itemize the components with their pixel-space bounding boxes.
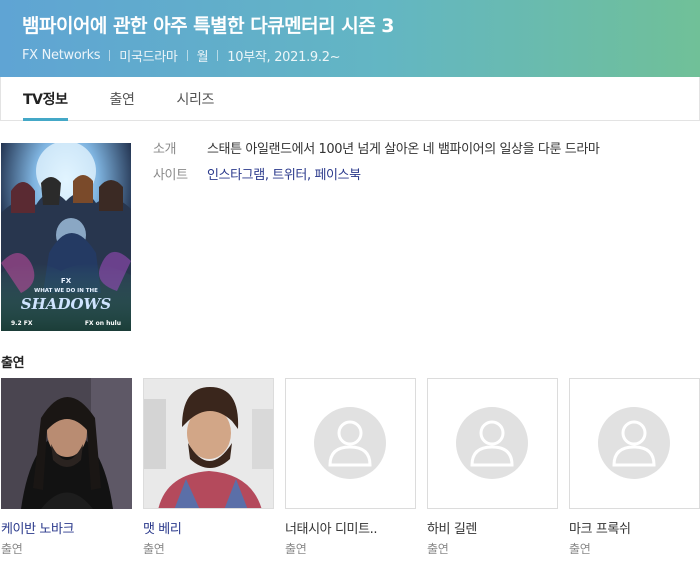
cast-card[interactable]: 마크 프록쉬 출연 — [569, 378, 700, 557]
info-intro-row: 소개 스태튼 아일랜드에서 100년 넘게 살아온 네 뱀파이어의 일상을 다룬… — [153, 140, 600, 159]
program-meta: FX Networks 미국드라마 월 10부작, 2021.9.2~ — [22, 46, 678, 65]
cast-photo[interactable] — [569, 378, 700, 509]
program-title[interactable]: 뱀파이어에 관한 아주 특별한 다큐멘터리 시즌 3 — [22, 12, 678, 40]
meta-divider — [109, 50, 111, 61]
poster-title-line2: SHADOWS — [21, 295, 112, 313]
site-link-instagram[interactable]: 인스타그램 — [207, 168, 265, 183]
info-site-row: 사이트 인스타그램, 트위터, 페이스북 — [153, 166, 599, 185]
cast-role: 출연 — [427, 542, 449, 556]
cast-card[interactable]: 너태시아 디미트.. 출연 — [285, 378, 416, 557]
tab-cast[interactable]: 출연 — [110, 77, 135, 120]
meta-network[interactable]: FX Networks — [22, 48, 101, 63]
cast-heading: 출연 — [1, 356, 25, 371]
cast-role: 출연 — [569, 542, 591, 556]
cast-name: 마크 프록쉬 — [569, 522, 631, 537]
cast-photo-image — [1, 378, 132, 509]
cast-role: 출연 — [143, 542, 165, 556]
meta-day: 월 — [196, 50, 209, 65]
cast-name: 하비 길렌 — [427, 522, 477, 537]
cast-photo[interactable] — [427, 378, 558, 509]
cast-photo[interactable] — [1, 378, 132, 509]
tab-series[interactable]: 시리즈 — [177, 77, 215, 120]
cast-role: 출연 — [1, 542, 23, 556]
meta-divider — [186, 50, 188, 61]
poster-hulu: FX on hulu — [85, 320, 121, 327]
poster-image: FX WHAT WE DO IN THE SHADOWS 9.2 FX FX o… — [1, 143, 131, 331]
cast-photo[interactable] — [285, 378, 416, 509]
poster-date: 9.2 FX — [11, 320, 33, 327]
info-site-links: 인스타그램, 트위터, 페이스북 — [207, 166, 361, 185]
program-poster[interactable]: FX WHAT WE DO IN THE SHADOWS 9.2 FX FX o… — [1, 143, 131, 331]
poster-title-line1: WHAT WE DO IN THE — [34, 288, 98, 294]
tab-bar: TV정보 출연 시리즈 — [0, 77, 700, 121]
person-placeholder-icon — [314, 407, 386, 479]
cast-card[interactable]: 케이반 노바크 출연 — [1, 378, 132, 557]
tab-tv-info[interactable]: TV정보 — [23, 77, 68, 121]
cast-card[interactable]: 하비 길렌 출연 — [427, 378, 558, 557]
cast-name[interactable]: 케이반 노바크 — [1, 518, 132, 537]
info-site-label: 사이트 — [153, 168, 188, 183]
site-link-twitter[interactable]: 트위터 — [272, 168, 307, 183]
cast-role: 출연 — [285, 542, 307, 556]
person-placeholder-icon — [598, 407, 670, 479]
program-header: 뱀파이어에 관한 아주 특별한 다큐멘터리 시즌 3 FX Networks 미… — [0, 0, 700, 77]
meta-episodes: 10부작, 2021.9.2~ — [227, 50, 341, 65]
cast-name[interactable]: 맷 베리 — [143, 518, 274, 537]
site-link-facebook[interactable]: 페이스북 — [314, 168, 361, 183]
poster-fx-mark: FX — [61, 277, 72, 285]
cast-photo[interactable] — [143, 378, 274, 509]
cast-card[interactable]: 맷 베리 출연 — [143, 378, 274, 557]
meta-genre: 미국드라마 — [119, 50, 178, 65]
program-info: 소개 스태튼 아일랜드에서 100년 넘게 살아온 네 뱀파이어의 일상을 다룬… — [153, 140, 600, 192]
info-intro-label: 소개 — [153, 142, 177, 157]
cast-photo-image — [144, 379, 273, 508]
info-intro-text: 스태튼 아일랜드에서 100년 넘게 살아온 네 뱀파이어의 일상을 다룬 드라… — [207, 142, 600, 157]
cast-name: 너태시아 디미트.. — [285, 522, 378, 537]
meta-divider — [217, 50, 219, 61]
person-placeholder-icon — [456, 407, 528, 479]
